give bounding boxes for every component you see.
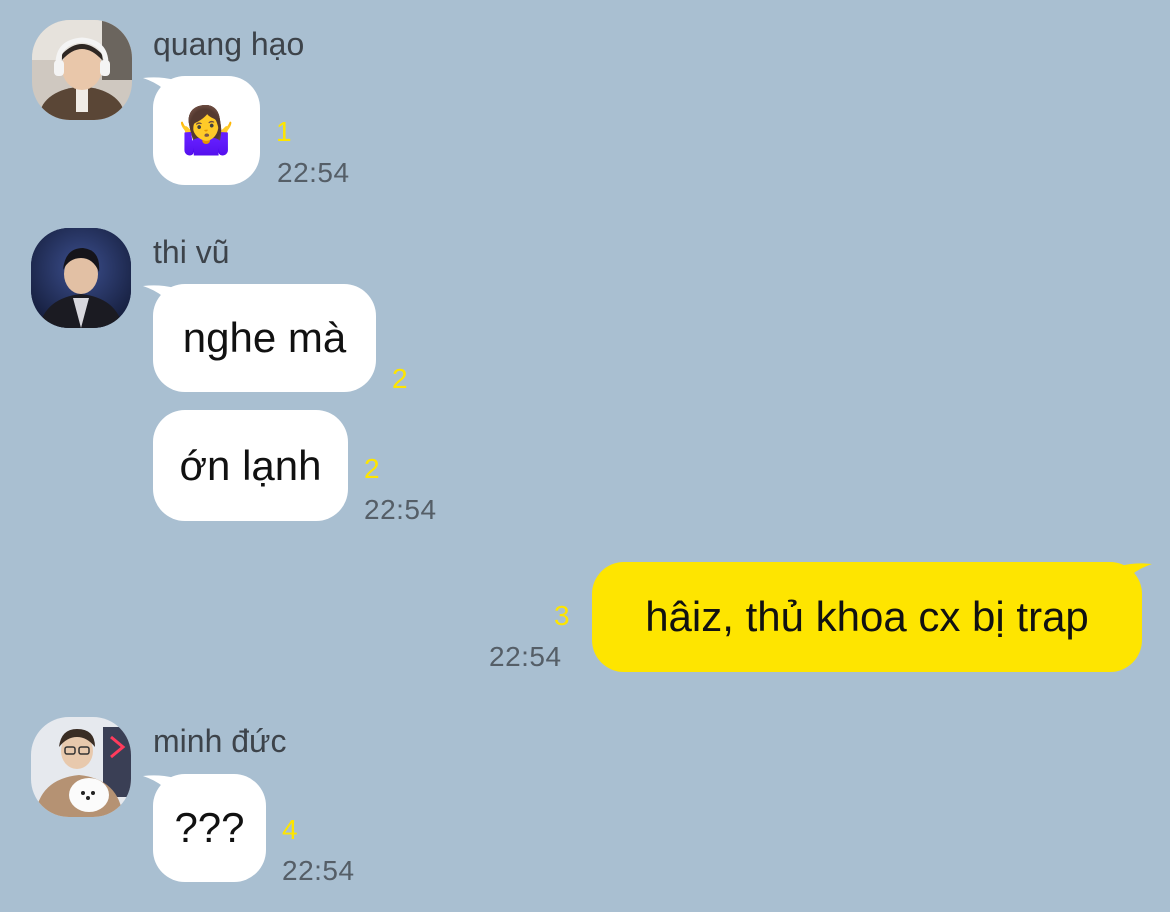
unread-count: 2 [364, 453, 380, 484]
avatar-quang-hao-image [32, 20, 132, 120]
message-text: ớn lạnh [179, 441, 322, 489]
unread-count: 2 [392, 363, 408, 394]
unread-count: 4 [282, 814, 298, 845]
message-bubble[interactable]: ??? [153, 774, 266, 882]
sender-name: quang hạo [153, 26, 305, 62]
avatar-thi-vu[interactable] [31, 228, 131, 328]
message-bubble[interactable]: nghe mà [153, 284, 376, 392]
avatar-thi-vu-image [31, 228, 131, 328]
message-text: hâiz, thủ khoa cx bị trap [645, 593, 1089, 640]
message-text: nghe mà [182, 314, 347, 361]
message-timestamp: 22:54 [282, 855, 355, 886]
message-bubble[interactable]: 🤷‍♀️ [153, 76, 260, 185]
sender-name: minh đức [153, 723, 287, 759]
message-timestamp: 22:54 [364, 494, 437, 525]
avatar-minh-duc[interactable] [31, 717, 131, 817]
unread-count: 3 [554, 600, 570, 631]
message-timestamp: 22:54 [277, 157, 350, 188]
my-message-bubble[interactable]: hâiz, thủ khoa cx bị trap [592, 562, 1142, 672]
message-bubble[interactable]: ớn lạnh [153, 410, 348, 521]
sender-name: thi vũ [153, 234, 230, 270]
avatar-minh-duc-image [31, 717, 131, 817]
message-timestamp: 22:54 [489, 641, 562, 672]
avatar-quang-hao[interactable] [32, 20, 132, 120]
bubble-tail [1120, 562, 1152, 590]
unread-count: 1 [276, 116, 292, 147]
shrug-emoji: 🤷‍♀️ [177, 104, 236, 156]
message-text: ??? [174, 804, 245, 851]
